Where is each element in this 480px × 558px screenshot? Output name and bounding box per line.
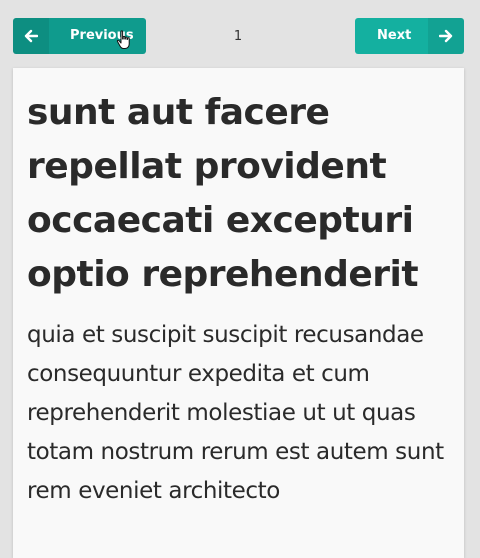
hand-pointer-cursor-icon	[116, 30, 130, 49]
next-button[interactable]: Next	[355, 18, 464, 54]
arrow-right-icon	[428, 18, 464, 54]
post-card: sunt aut facere repellat provident occae…	[13, 68, 464, 558]
next-button-label: Next	[377, 28, 412, 43]
post-title: sunt aut facere repellat provident occae…	[27, 92, 419, 295]
current-page-number: 1	[233, 29, 243, 44]
post-body: quia et suscipit suscipit recusandae con…	[27, 322, 444, 504]
arrow-left-icon	[13, 18, 49, 54]
pagination-bar: Previous 1 Next	[0, 0, 480, 68]
